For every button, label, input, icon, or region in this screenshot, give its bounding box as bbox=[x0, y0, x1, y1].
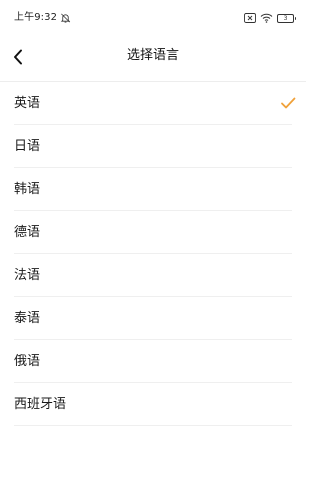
language-item-japanese[interactable]: 日语 bbox=[0, 125, 306, 168]
language-item-thai[interactable]: 泰语 bbox=[0, 297, 306, 340]
status-bar: 上午9:32 3 bbox=[0, 0, 306, 36]
language-select-screen: 上午9:32 3 选择语言 英语 日语 韩语 德语 法语 泰语 俄语 西班牙语 bbox=[0, 0, 306, 500]
header: 选择语言 bbox=[0, 36, 306, 78]
language-item-russian[interactable]: 俄语 bbox=[0, 340, 306, 383]
language-label: 俄语 bbox=[14, 353, 41, 369]
language-label: 日语 bbox=[14, 138, 41, 154]
language-label: 德语 bbox=[14, 224, 41, 240]
language-item-french[interactable]: 法语 bbox=[0, 254, 306, 297]
language-item-korean[interactable]: 韩语 bbox=[0, 168, 306, 211]
language-label: 英语 bbox=[14, 95, 41, 111]
language-label: 泰语 bbox=[14, 310, 41, 326]
status-time: 上午9:32 bbox=[14, 12, 58, 23]
language-label: 法语 bbox=[14, 267, 41, 283]
bell-muted-icon bbox=[60, 13, 71, 23]
check-icon bbox=[281, 97, 296, 109]
battery-icon: 3 bbox=[277, 13, 296, 23]
language-item-english[interactable]: 英语 bbox=[0, 82, 306, 125]
sim-card-icon bbox=[244, 13, 256, 23]
language-label: 韩语 bbox=[14, 181, 41, 197]
language-item-spanish[interactable]: 西班牙语 bbox=[0, 383, 306, 426]
language-item-german[interactable]: 德语 bbox=[0, 211, 306, 254]
language-list: 英语 日语 韩语 德语 法语 泰语 俄语 西班牙语 bbox=[0, 82, 306, 426]
status-icons: 3 bbox=[244, 12, 296, 24]
wifi-icon bbox=[260, 13, 273, 23]
language-label: 西班牙语 bbox=[14, 396, 67, 412]
page-title: 选择语言 bbox=[126, 48, 179, 63]
